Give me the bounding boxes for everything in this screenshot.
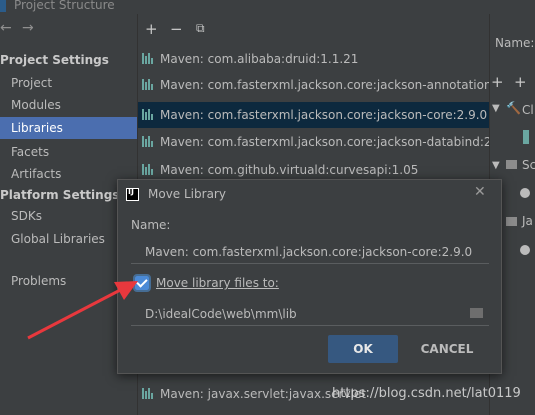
browse-folder-icon[interactable] bbox=[470, 308, 483, 318]
detail-name-label: Name: bbox=[495, 36, 535, 50]
expand-triangle-icon[interactable]: ▼ bbox=[492, 103, 500, 114]
nav-item-project[interactable]: Project bbox=[0, 72, 137, 94]
classes-node-label: Cl bbox=[522, 103, 534, 117]
add-root-icon[interactable]: + bbox=[491, 73, 504, 91]
library-item-label: Maven: com.fasterxml.jackson.core:jackso… bbox=[160, 78, 489, 92]
maven-library-icon bbox=[142, 79, 156, 90]
javadoc-globe-icon bbox=[520, 245, 530, 255]
move-files-label[interactable]: Move library files to: bbox=[156, 276, 279, 290]
folder-icon bbox=[506, 160, 517, 169]
cancel-button[interactable]: CANCEL bbox=[408, 335, 486, 363]
remove-icon[interactable]: − bbox=[170, 20, 183, 38]
name-field[interactable]: Maven: com.fasterxml.jackson.core:jackso… bbox=[131, 240, 489, 264]
nav-item-modules[interactable]: Modules bbox=[0, 94, 137, 116]
source-globe-icon bbox=[520, 188, 530, 198]
library-item-label: Maven: com.alibaba:druid:1.1.21 bbox=[160, 52, 359, 66]
maven-library-icon bbox=[142, 53, 156, 64]
maven-library-icon bbox=[142, 388, 156, 399]
javadoc-node-label: Ja bbox=[522, 214, 533, 228]
intellij-icon bbox=[126, 187, 139, 201]
name-label: Name: bbox=[131, 218, 171, 232]
window-titlebar: Project Structure bbox=[0, 0, 535, 14]
hammer-icon: 🔨 bbox=[506, 101, 521, 115]
sources-node-label: Sc bbox=[522, 158, 535, 172]
nav-section-platform-settings: Platform Settings bbox=[0, 188, 120, 202]
maven-library-icon bbox=[142, 109, 156, 120]
library-item-label: Maven: com.github.virtuald:curvesapi:1.0… bbox=[160, 163, 419, 177]
library-item-label: Maven: com.fasterxml.jackson.core:jackso… bbox=[160, 108, 488, 122]
library-item-label: Maven: com.fasterxml.jackson.core:jackso… bbox=[160, 135, 489, 149]
maven-library-icon bbox=[142, 136, 156, 147]
back-arrow-icon[interactable]: ← bbox=[0, 20, 12, 36]
nav-item-facets[interactable]: Facets bbox=[0, 141, 137, 163]
dialog-titlebar: Move Library ✕ bbox=[118, 180, 501, 208]
maven-library-icon bbox=[142, 164, 156, 175]
app-icon bbox=[0, 0, 6, 12]
expand-triangle-icon[interactable]: ▼ bbox=[492, 160, 500, 171]
copy-icon[interactable]: ⧉ bbox=[196, 21, 205, 36]
library-item[interactable]: Maven: com.alibaba:druid:1.1.21 bbox=[138, 46, 489, 72]
add-alt-icon[interactable]: + bbox=[514, 73, 527, 91]
window-title: Project Structure bbox=[14, 0, 115, 12]
move-library-dialog: Move Library ✕ Name: Maven: com.fasterxm… bbox=[117, 179, 502, 374]
forward-arrow-icon[interactable]: → bbox=[22, 20, 34, 36]
ok-button[interactable]: OK bbox=[328, 335, 398, 363]
library-item[interactable]: Maven: com.fasterxml.jackson.core:jackso… bbox=[138, 129, 489, 155]
close-icon[interactable]: ✕ bbox=[474, 184, 486, 200]
add-icon[interactable]: + bbox=[145, 20, 158, 38]
dialog-title: Move Library bbox=[148, 187, 226, 201]
jar-icon bbox=[523, 130, 529, 144]
target-path-field[interactable]: D:\idealCode\web\mm\lib bbox=[131, 302, 489, 326]
library-item-selected[interactable]: Maven: com.fasterxml.jackson.core:jackso… bbox=[138, 102, 489, 128]
nav-section-project-settings: Project Settings bbox=[0, 53, 109, 67]
nav-item-libraries[interactable]: Libraries bbox=[0, 117, 137, 139]
red-arrow-annotation bbox=[27, 281, 138, 340]
folder-icon bbox=[506, 217, 517, 226]
library-item[interactable]: Maven: com.fasterxml.jackson.core:jackso… bbox=[138, 72, 489, 98]
watermark: https://blog.csdn.net/lat0119 bbox=[332, 386, 521, 401]
